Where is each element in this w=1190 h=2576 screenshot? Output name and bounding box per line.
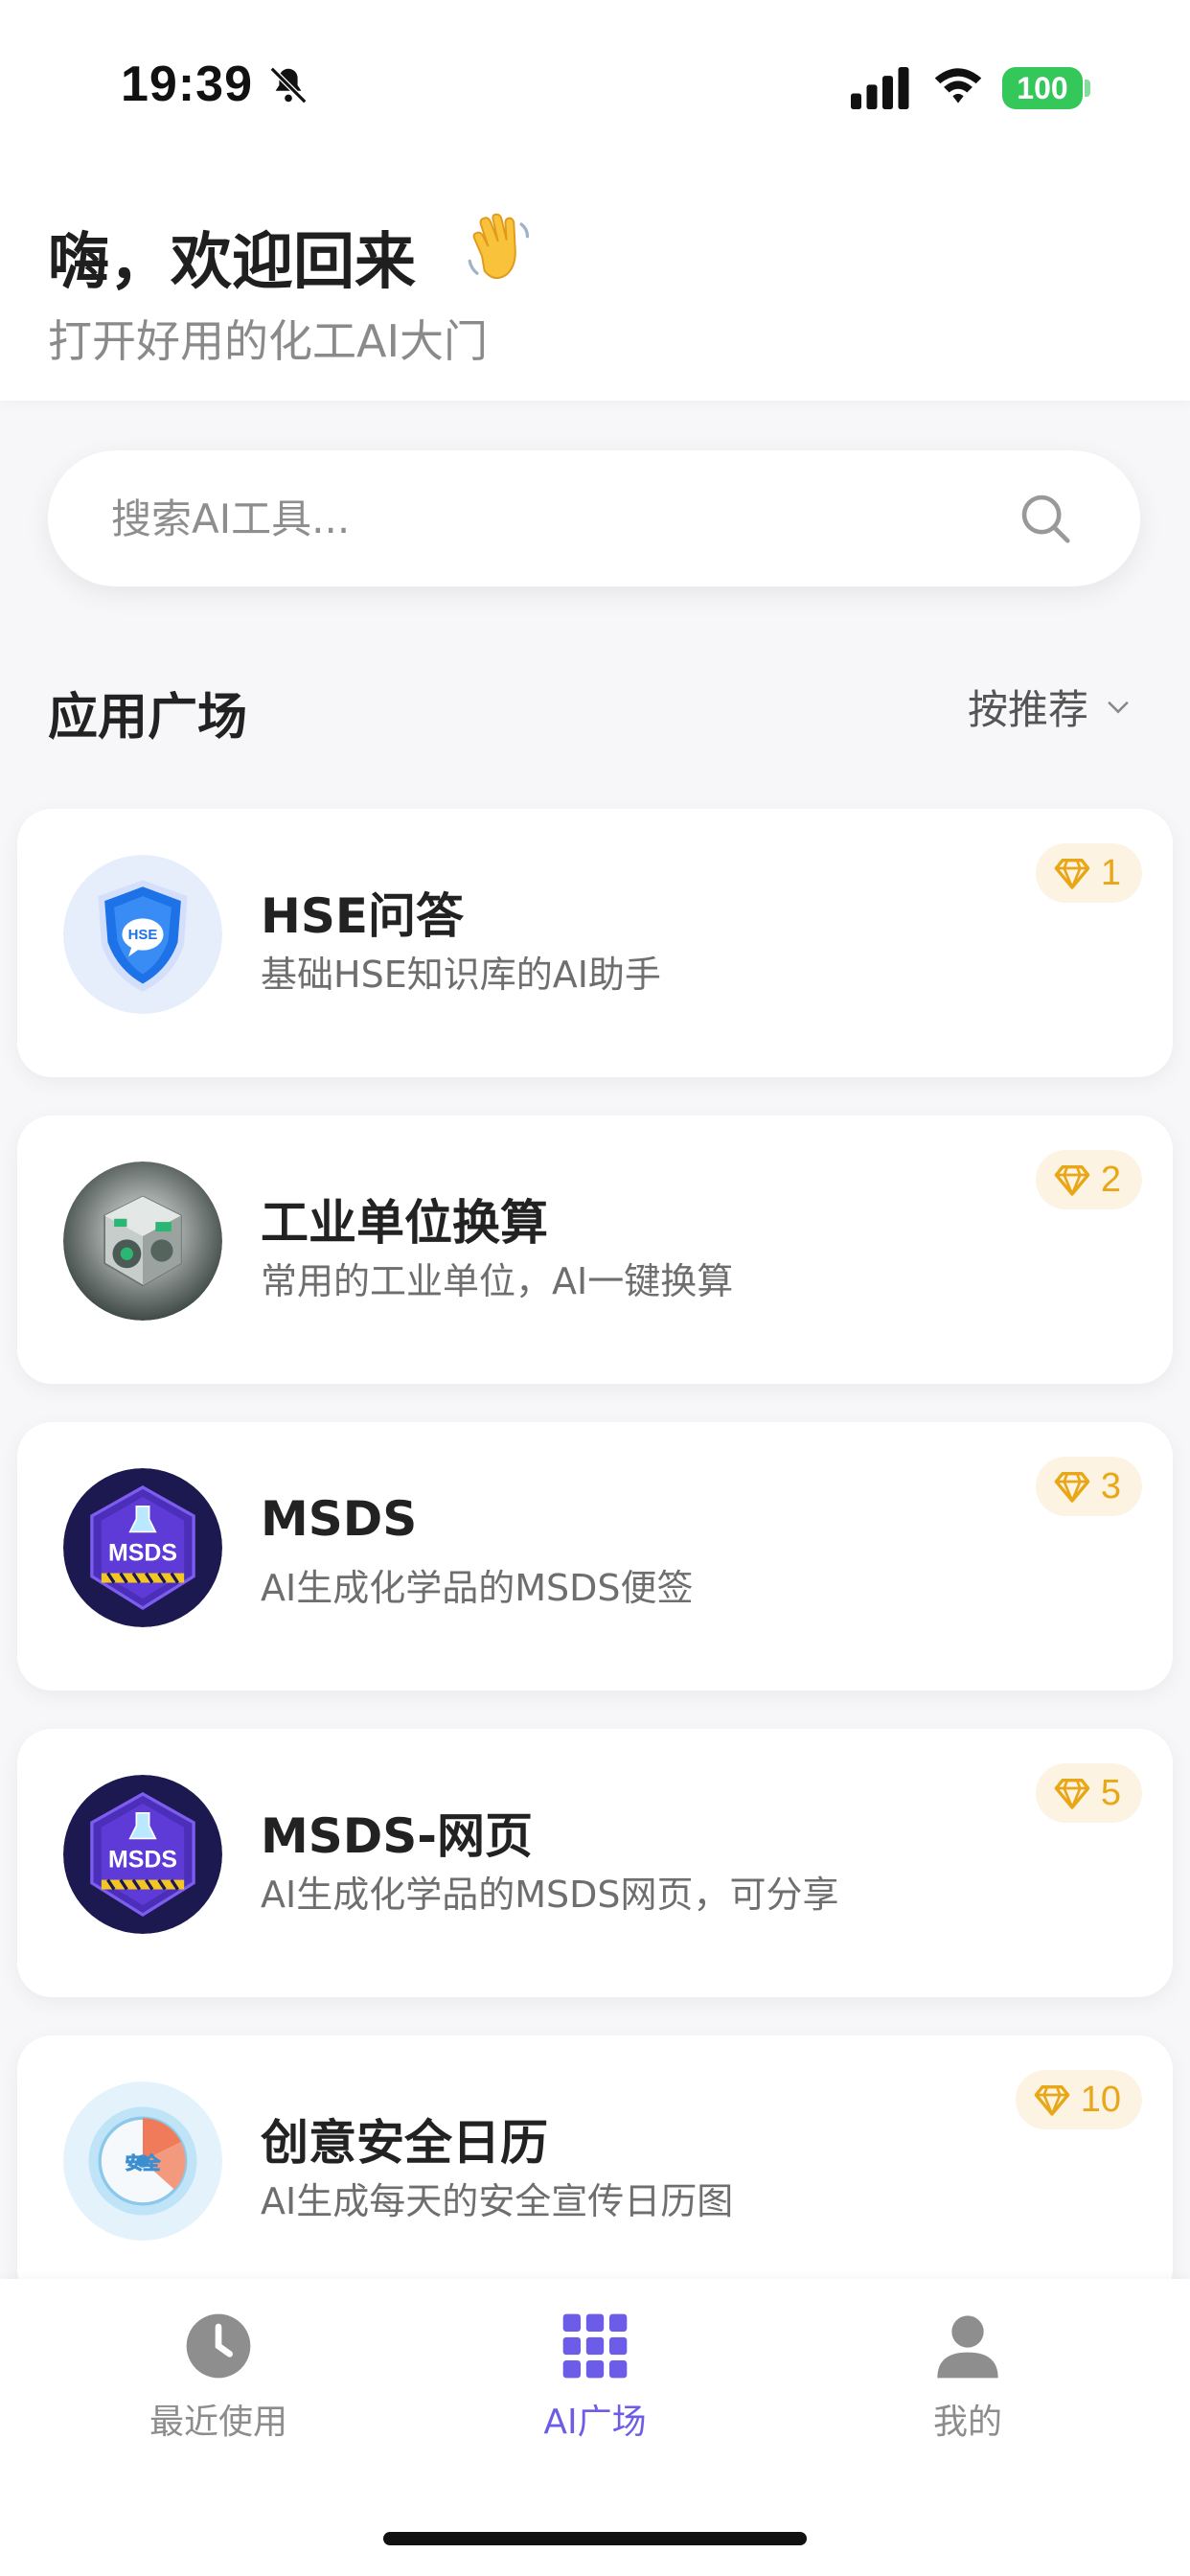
app-title: 创意安全日历 bbox=[261, 2115, 548, 2171]
cost-value: 5 bbox=[1100, 1772, 1121, 1813]
page-header: 嗨，欢迎回来 打开好用的化工AI大门 bbox=[0, 172, 1190, 401]
battery-tip bbox=[1085, 80, 1090, 97]
tab-label: AI广场 bbox=[543, 2403, 647, 2442]
gear-cube-icon bbox=[63, 1162, 222, 1321]
home-indicator[interactable] bbox=[383, 2532, 807, 2545]
cost-badge: 1 bbox=[1035, 843, 1142, 903]
cost-value: 3 bbox=[1100, 1465, 1121, 1506]
greeting-title: 嗨，欢迎回来 bbox=[48, 227, 416, 298]
tab-label: 最近使用 bbox=[149, 2403, 287, 2442]
tab-ai-square[interactable]: AI广场 bbox=[470, 2308, 720, 2451]
app-description: AI生成每天的安全宣传日历图 bbox=[261, 2180, 734, 2222]
hse-shield-icon: HSE bbox=[63, 855, 222, 1014]
waving-hand-icon bbox=[468, 213, 530, 280]
svg-text:HSE: HSE bbox=[128, 927, 158, 943]
search-bar[interactable] bbox=[48, 450, 1140, 586]
cost-badge: 2 bbox=[1035, 1150, 1142, 1209]
app-card-unit-conversion[interactable]: 工业单位换算 常用的工业单位，AI一键换算 2 bbox=[17, 1116, 1173, 1384]
person-icon bbox=[937, 2315, 998, 2379]
status-time: 19:39 bbox=[121, 57, 253, 112]
app-card-msds-web[interactable]: MSDS MSDS-网页 AI生成化学品的MSDS网页，可分享 5 bbox=[17, 1729, 1173, 1997]
cost-value: 2 bbox=[1100, 1159, 1121, 1200]
cost-badge: 3 bbox=[1035, 1457, 1142, 1516]
app-description: AI生成化学品的MSDS便签 bbox=[261, 1567, 694, 1609]
app-title: MSDS bbox=[261, 1491, 418, 1547]
section-title: 应用广场 bbox=[48, 689, 248, 747]
app-description: 常用的工业单位，AI一键换算 bbox=[261, 1260, 734, 1302]
app-card-msds[interactable]: MSDS MSDS AI生成化学品的MSDS便签 3 bbox=[17, 1422, 1173, 1690]
cost-badge: 5 bbox=[1035, 1763, 1142, 1823]
header-subtitle: 打开好用的化工AI大门 bbox=[48, 315, 489, 367]
bell-muted-icon bbox=[269, 66, 308, 104]
app-card-safety-calendar[interactable]: 安全 创意安全日历 AI生成每天的安全宣传日历图 10 bbox=[17, 2036, 1173, 2304]
search-icon[interactable] bbox=[1016, 489, 1075, 548]
search-input[interactable] bbox=[111, 450, 1012, 586]
tab-mine[interactable]: 我的 bbox=[843, 2308, 1092, 2451]
tab-label: 我的 bbox=[932, 2403, 1002, 2442]
app-title: 工业单位换算 bbox=[261, 1195, 548, 1251]
grid-icon bbox=[562, 2313, 628, 2379]
app-title: MSDS-网页 bbox=[261, 1808, 534, 1864]
msds-icon: MSDS bbox=[63, 1468, 222, 1627]
diamond-icon bbox=[1054, 1472, 1090, 1503]
sort-label: 按推荐 bbox=[968, 685, 1089, 733]
sort-dropdown[interactable]: 按推荐 bbox=[968, 677, 1134, 736]
diamond-icon bbox=[1054, 1165, 1090, 1196]
wifi-icon bbox=[934, 68, 982, 104]
status-bar: 19:39 100 bbox=[0, 0, 1190, 172]
svg-text:MSDS: MSDS bbox=[108, 1846, 177, 1873]
cost-value: 10 bbox=[1080, 2079, 1121, 2120]
signal-icon bbox=[851, 67, 909, 109]
svg-text:安全: 安全 bbox=[126, 2152, 161, 2174]
diamond-icon bbox=[1054, 1779, 1090, 1809]
tab-recent[interactable]: 最近使用 bbox=[94, 2308, 343, 2451]
app-title: HSE问答 bbox=[261, 888, 465, 944]
clock-icon bbox=[186, 2313, 251, 2379]
battery-level: 100 bbox=[1017, 70, 1068, 105]
app-description: AI生成化学品的MSDS网页，可分享 bbox=[261, 1874, 839, 1916]
diamond-icon bbox=[1034, 2085, 1070, 2116]
msds-icon: MSDS bbox=[63, 1775, 222, 1934]
cost-value: 1 bbox=[1100, 852, 1121, 893]
app-description: 基础HSE知识库的AI助手 bbox=[261, 954, 661, 996]
app-card-hse[interactable]: HSE HSE问答 基础HSE知识库的AI助手 1 bbox=[17, 809, 1173, 1077]
diamond-icon bbox=[1054, 859, 1090, 889]
cost-badge: 10 bbox=[1015, 2070, 1142, 2129]
chevron-down-icon bbox=[1108, 701, 1129, 714]
battery-indicator: 100 bbox=[1002, 67, 1083, 109]
svg-text:MSDS: MSDS bbox=[108, 1539, 177, 1566]
safety-dial-icon: 安全 bbox=[63, 2082, 222, 2241]
